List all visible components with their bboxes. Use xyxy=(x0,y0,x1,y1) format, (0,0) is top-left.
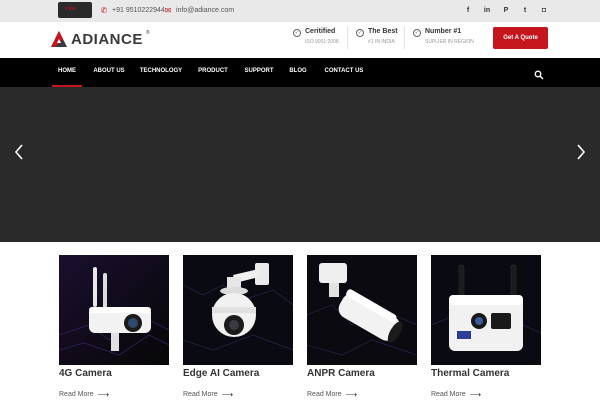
nav-item-product[interactable]: PRODUCT xyxy=(196,58,230,87)
read-more-label: Read More xyxy=(183,391,218,398)
badge-subtitle: ISO 9001:2008 xyxy=(305,39,339,45)
facebook-icon[interactable]: f xyxy=(464,5,472,17)
email-icon: ✉ xyxy=(164,6,172,15)
arrow-right-icon: ⟶ xyxy=(469,390,482,399)
badge-subtitle: #1 IN INDIA xyxy=(368,39,395,45)
language-selector[interactable]: india xyxy=(58,2,92,18)
read-more-link[interactable]: Read More ⟶ xyxy=(183,390,233,399)
pinterest-icon[interactable]: P xyxy=(502,5,510,17)
logo[interactable]: ADIANCE ® xyxy=(50,30,150,48)
email-contact[interactable]: ✉ info@adiance.com xyxy=(164,5,234,17)
check-circle-icon: ✓ xyxy=(293,29,301,37)
nav-item-technology[interactable]: TECHNOLOGY xyxy=(138,58,184,87)
product-card-thermal-camera[interactable]: Thermal Camera Read More ⟶ xyxy=(431,255,541,400)
phone-contact[interactable]: ✆ +91 9510222944 xyxy=(100,5,165,17)
product-title[interactable]: 4G Camera xyxy=(59,368,112,379)
product-image-thermal-camera[interactable] xyxy=(431,255,541,365)
twitter-icon[interactable]: t xyxy=(521,5,529,17)
check-circle-icon: ✓ xyxy=(356,29,364,37)
nav-item-about-us[interactable]: ABOUT US xyxy=(90,58,128,87)
product-card-anpr-camera[interactable]: ANPR Camera Read More ⟶ xyxy=(307,255,417,400)
product-card-4g-camera[interactable]: 4G Camera Read More ⟶ xyxy=(59,255,169,400)
get-a-quote-button[interactable]: Get A Quote xyxy=(493,27,548,49)
check-circle-icon: ✓ xyxy=(413,29,421,37)
phone-icon: ✆ xyxy=(100,6,108,15)
logo-text: ADIANCE xyxy=(71,30,143,48)
instagram-icon[interactable]: ◘ xyxy=(540,5,548,17)
product-image-edge-ai-camera[interactable] xyxy=(183,255,293,365)
read-more-link[interactable]: Read More ⟶ xyxy=(431,390,481,399)
product-image-anpr-camera[interactable] xyxy=(307,255,417,365)
badge-title: The Best xyxy=(368,28,398,35)
nav-item-blog[interactable]: BLOG xyxy=(287,58,309,87)
badge-divider xyxy=(347,27,348,49)
arrow-right-icon: ⟶ xyxy=(345,390,358,399)
badge-subtitle: SUPLIER IN REGION xyxy=(425,39,474,45)
badge-title: Ceritified xyxy=(305,28,336,35)
arrow-right-icon: ⟶ xyxy=(221,390,234,399)
badge-divider xyxy=(404,27,405,49)
main-nav: HOME ABOUT US TECHNOLOGY PRODUCT SUPPORT… xyxy=(0,58,600,87)
logo-registered-mark: ® xyxy=(145,30,150,36)
search-icon[interactable] xyxy=(534,67,544,80)
read-more-label: Read More xyxy=(431,391,466,398)
site-header: ADIANCE ® ✓ Ceritified ISO 9001:2008 ✓ T… xyxy=(0,22,600,58)
nav-item-contact-us[interactable]: CONTACT US xyxy=(322,58,366,87)
read-more-link[interactable]: Read More ⟶ xyxy=(307,390,357,399)
social-links: f in P t ◘ xyxy=(464,5,548,17)
linkedin-icon[interactable]: in xyxy=(483,5,491,17)
slider-prev-arrow-icon[interactable] xyxy=(12,142,26,162)
badge-title: Number #1 xyxy=(425,28,462,35)
arrow-right-icon: ⟶ xyxy=(97,390,110,399)
product-card-edge-ai-camera[interactable]: Edge AI Camera Read More ⟶ xyxy=(183,255,293,400)
top-bar: india ✆ +91 9510222944 ✉ info@adiance.co… xyxy=(0,0,600,22)
hero-slider xyxy=(0,87,600,242)
product-title[interactable]: Thermal Camera xyxy=(431,368,509,379)
product-title[interactable]: Edge AI Camera xyxy=(183,368,259,379)
logo-triangle-icon xyxy=(50,30,68,48)
slider-next-arrow-icon[interactable] xyxy=(574,142,588,162)
product-title[interactable]: ANPR Camera xyxy=(307,368,375,379)
phone-number: +91 9510222944 xyxy=(112,7,165,14)
product-image-4g-camera[interactable] xyxy=(59,255,169,365)
read-more-label: Read More xyxy=(307,391,342,398)
email-address: info@adiance.com xyxy=(176,7,235,14)
nav-item-home[interactable]: HOME xyxy=(52,58,82,87)
language-label: india xyxy=(65,6,76,12)
read-more-link[interactable]: Read More ⟶ xyxy=(59,390,109,399)
read-more-label: Read More xyxy=(59,391,94,398)
nav-item-support[interactable]: SUPPORT xyxy=(242,58,276,87)
